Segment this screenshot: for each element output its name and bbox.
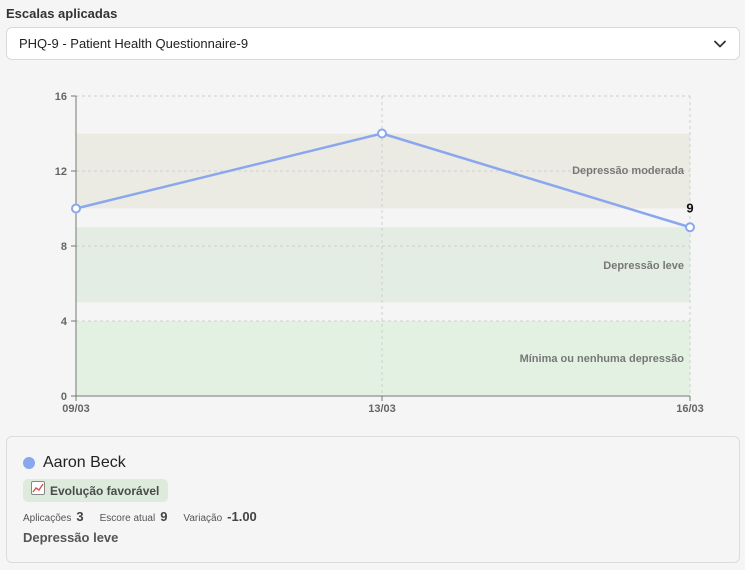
current-score-label: Escore atual [99, 513, 156, 524]
section-title: Escalas aplicadas [6, 6, 118, 21]
y-tick-label: 4 [61, 316, 68, 328]
score-chart: 0 4 8 12 16 09/03 13/03 16/03 Depressão moderada… [0, 70, 745, 420]
band-label: Depressão leve [603, 260, 684, 272]
x-tick-label: 16/03 [676, 403, 704, 415]
applications-label: Aplicações [23, 513, 72, 524]
scale-results-panel: Escalas aplicadas PHQ-9 - Patient Health… [0, 0, 745, 570]
scale-select-value: PHQ-9 - Patient Health Questionnaire-9 [19, 36, 249, 51]
scale-select[interactable]: PHQ-9 - Patient Health Questionnaire-9 [6, 27, 740, 60]
band-label: Depressão moderada [572, 165, 685, 177]
series-color-dot [23, 457, 35, 469]
score-chart-svg: 0 4 8 12 16 09/03 13/03 16/03 Depressão moderada… [55, 91, 704, 415]
y-tick-label: 0 [61, 391, 67, 403]
variation-label: Variação [183, 513, 223, 524]
last-point-label: 9 [686, 200, 693, 215]
applications-value: 3 [76, 509, 84, 524]
x-tick-label: 13/03 [368, 403, 396, 415]
y-tick-label: 16 [55, 91, 67, 103]
y-tick-label: 8 [61, 241, 67, 253]
data-point [685, 222, 695, 233]
y-tick-label: 12 [55, 166, 67, 178]
variation-value: -1.00 [227, 509, 257, 524]
x-tick-label: 09/03 [62, 403, 90, 415]
chart-increasing-icon [31, 481, 45, 500]
classification-label: Depressão leve [23, 530, 119, 545]
band-1 [76, 227, 690, 303]
evolution-badge-label: Evolução favorável [50, 483, 160, 498]
chevron-down-icon [713, 37, 727, 51]
evolution-badge: Evolução favorável [23, 479, 169, 502]
current-score-value: 9 [160, 509, 168, 524]
stats-row: Aplicações 3 Escore atual 9 Variação -1.… [23, 509, 273, 524]
data-point [377, 128, 387, 139]
patient-summary-card: Aaron Beck Evolução favorável Aplicações… [6, 436, 740, 563]
data-point [71, 203, 81, 214]
patient-row: Aaron Beck [23, 454, 126, 472]
patient-name: Aaron Beck [43, 454, 126, 471]
band-label: Mínima ou nenhuma depressão [520, 353, 685, 365]
